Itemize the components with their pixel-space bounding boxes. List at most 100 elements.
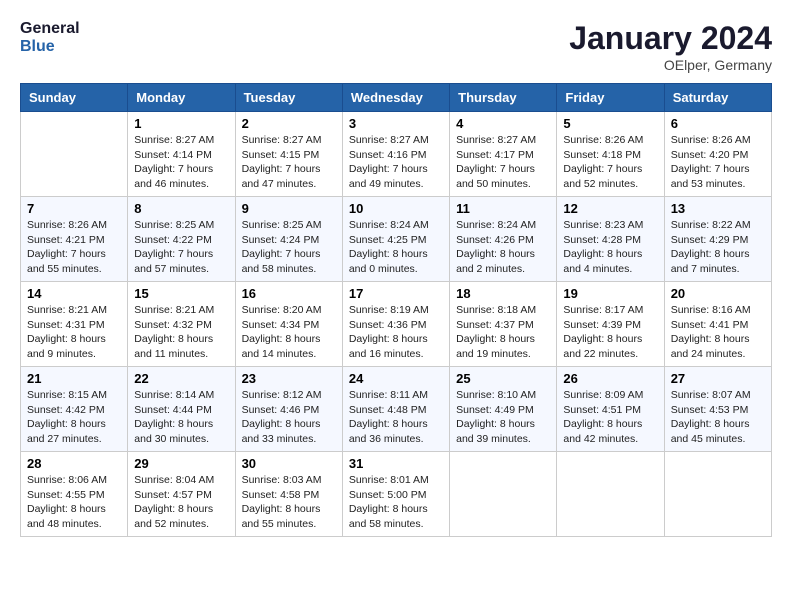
day-number: 30	[242, 456, 336, 471]
day-number: 18	[456, 286, 550, 301]
day-number: 9	[242, 201, 336, 216]
day-info: Sunrise: 8:01 AMSunset: 5:00 PMDaylight:…	[349, 473, 443, 532]
calendar-cell: 1 Sunrise: 8:27 AMSunset: 4:14 PMDaylight…	[128, 112, 235, 197]
col-friday: Friday	[557, 84, 664, 112]
day-info: Sunrise: 8:25 AMSunset: 4:24 PMDaylight:…	[242, 218, 336, 277]
day-info: Sunrise: 8:17 AMSunset: 4:39 PMDaylight:…	[563, 303, 657, 362]
calendar-table: Sunday Monday Tuesday Wednesday Thursday…	[20, 83, 772, 537]
calendar-cell	[557, 452, 664, 537]
calendar-cell: 7 Sunrise: 8:26 AMSunset: 4:21 PMDaylight…	[21, 197, 128, 282]
day-info: Sunrise: 8:27 AMSunset: 4:17 PMDaylight:…	[456, 133, 550, 192]
calendar-cell: 3Sunrise: 8:27 AMSunset: 4:16 PMDaylight…	[342, 112, 449, 197]
logo-line2: Blue	[20, 38, 80, 56]
calendar-cell: 21Sunrise: 8:15 AMSunset: 4:42 PMDayligh…	[21, 367, 128, 452]
day-info: Sunrise: 8:10 AMSunset: 4:49 PMDaylight:…	[456, 388, 550, 447]
day-number: 5	[563, 116, 657, 131]
calendar-cell: 12Sunrise: 8:23 AMSunset: 4:28 PMDayligh…	[557, 197, 664, 282]
day-number: 19	[563, 286, 657, 301]
day-number: 6	[671, 116, 765, 131]
day-info: Sunrise: 8:09 AMSunset: 4:51 PMDaylight:…	[563, 388, 657, 447]
day-number: 15	[134, 286, 228, 301]
day-info: Sunrise: 8:18 AMSunset: 4:37 PMDaylight:…	[456, 303, 550, 362]
day-number: 31	[349, 456, 443, 471]
calendar-row: 28Sunrise: 8:06 AMSunset: 4:55 PMDayligh…	[21, 452, 772, 537]
calendar-cell: 23 Sunrise: 8:12 AMSunset: 4:46 PMDayligh…	[235, 367, 342, 452]
day-info: Sunrise: 8:07 AMSunset: 4:53 PMDaylight:…	[671, 388, 765, 447]
calendar-cell: 2 Sunrise: 8:27 AMSunset: 4:15 PMDaylight…	[235, 112, 342, 197]
day-info: Sunrise: 8:12 AMSunset: 4:46 PMDaylight:…	[242, 388, 336, 447]
day-number: 24	[349, 371, 443, 386]
calendar-cell: 30Sunrise: 8:03 AMSunset: 4:58 PMDayligh…	[235, 452, 342, 537]
calendar-cell: 5 Sunrise: 8:26 AMSunset: 4:18 PMDaylight…	[557, 112, 664, 197]
month-title: January 2024	[569, 20, 772, 57]
day-number: 7	[27, 201, 121, 216]
day-info: Sunrise: 8:24 AMSunset: 4:25 PMDaylight:…	[349, 218, 443, 277]
day-number: 8	[134, 201, 228, 216]
day-info: Sunrise: 8:27 AMSunset: 4:14 PMDaylight:…	[134, 133, 228, 192]
col-monday: Monday	[128, 84, 235, 112]
day-info: Sunrise: 8:19 AMSunset: 4:36 PMDaylight:…	[349, 303, 443, 362]
day-info: Sunrise: 8:25 AMSunset: 4:22 PMDaylight:…	[134, 218, 228, 277]
calendar-cell: 4 Sunrise: 8:27 AMSunset: 4:17 PMDaylight…	[450, 112, 557, 197]
calendar-cell: 29 Sunrise: 8:04 AMSunset: 4:57 PMDayligh…	[128, 452, 235, 537]
calendar-cell: 13Sunrise: 8:22 AMSunset: 4:29 PMDayligh…	[664, 197, 771, 282]
calendar-cell: 15 Sunrise: 8:21 AMSunset: 4:32 PMDayligh…	[128, 282, 235, 367]
day-number: 12	[563, 201, 657, 216]
calendar-row: 7 Sunrise: 8:26 AMSunset: 4:21 PMDaylight…	[21, 197, 772, 282]
calendar-row: 14Sunrise: 8:21 AMSunset: 4:31 PMDayligh…	[21, 282, 772, 367]
calendar-cell: 10 Sunrise: 8:24 AMSunset: 4:25 PMDayligh…	[342, 197, 449, 282]
title-area: January 2024 OElper, Germany	[569, 20, 772, 73]
day-number: 11	[456, 201, 550, 216]
day-info: Sunrise: 8:26 AMSunset: 4:18 PMDaylight:…	[563, 133, 657, 192]
day-number: 16	[242, 286, 336, 301]
day-number: 1	[134, 116, 228, 131]
day-info: Sunrise: 8:26 AMSunset: 4:21 PMDaylight:…	[27, 218, 121, 277]
day-number: 27	[671, 371, 765, 386]
day-number: 4	[456, 116, 550, 131]
day-number: 2	[242, 116, 336, 131]
day-info: Sunrise: 8:11 AMSunset: 4:48 PMDaylight:…	[349, 388, 443, 447]
calendar-cell	[450, 452, 557, 537]
calendar-cell	[664, 452, 771, 537]
calendar-cell: 11Sunrise: 8:24 AMSunset: 4:26 PMDayligh…	[450, 197, 557, 282]
day-number: 26	[563, 371, 657, 386]
logo: General Blue General Blue	[20, 20, 80, 55]
day-info: Sunrise: 8:27 AMSunset: 4:15 PMDaylight:…	[242, 133, 336, 192]
calendar-cell: 24 Sunrise: 8:11 AMSunset: 4:48 PMDayligh…	[342, 367, 449, 452]
calendar-cell: 22 Sunrise: 8:14 AMSunset: 4:44 PMDayligh…	[128, 367, 235, 452]
day-info: Sunrise: 8:21 AMSunset: 4:31 PMDaylight:…	[27, 303, 121, 362]
day-number: 20	[671, 286, 765, 301]
calendar-cell: 19 Sunrise: 8:17 AMSunset: 4:39 PMDayligh…	[557, 282, 664, 367]
calendar-cell: 6 Sunrise: 8:26 AMSunset: 4:20 PMDaylight…	[664, 112, 771, 197]
day-number: 23	[242, 371, 336, 386]
day-info: Sunrise: 8:04 AMSunset: 4:57 PMDaylight:…	[134, 473, 228, 532]
day-info: Sunrise: 8:14 AMSunset: 4:44 PMDaylight:…	[134, 388, 228, 447]
day-info: Sunrise: 8:16 AMSunset: 4:41 PMDaylight:…	[671, 303, 765, 362]
col-wednesday: Wednesday	[342, 84, 449, 112]
location: OElper, Germany	[569, 57, 772, 73]
calendar-cell: 9 Sunrise: 8:25 AMSunset: 4:24 PMDaylight…	[235, 197, 342, 282]
day-number: 29	[134, 456, 228, 471]
day-info: Sunrise: 8:21 AMSunset: 4:32 PMDaylight:…	[134, 303, 228, 362]
calendar-cell: 27 Sunrise: 8:07 AMSunset: 4:53 PMDayligh…	[664, 367, 771, 452]
calendar-cell: 25 Sunrise: 8:10 AMSunset: 4:49 PMDayligh…	[450, 367, 557, 452]
day-number: 10	[349, 201, 443, 216]
day-info: Sunrise: 8:26 AMSunset: 4:20 PMDaylight:…	[671, 133, 765, 192]
day-info: Sunrise: 8:20 AMSunset: 4:34 PMDaylight:…	[242, 303, 336, 362]
day-info: Sunrise: 8:22 AMSunset: 4:29 PMDaylight:…	[671, 218, 765, 277]
col-saturday: Saturday	[664, 84, 771, 112]
day-info: Sunrise: 8:15 AMSunset: 4:42 PMDaylight:…	[27, 388, 121, 447]
calendar-cell: 17 Sunrise: 8:19 AMSunset: 4:36 PMDayligh…	[342, 282, 449, 367]
calendar-cell: 14Sunrise: 8:21 AMSunset: 4:31 PMDayligh…	[21, 282, 128, 367]
calendar-cell: 31 Sunrise: 8:01 AMSunset: 5:00 PMDayligh…	[342, 452, 449, 537]
calendar-cell: 28Sunrise: 8:06 AMSunset: 4:55 PMDayligh…	[21, 452, 128, 537]
day-number: 17	[349, 286, 443, 301]
calendar-cell: 16 Sunrise: 8:20 AMSunset: 4:34 PMDayligh…	[235, 282, 342, 367]
calendar-cell	[21, 112, 128, 197]
calendar-cell: 8 Sunrise: 8:25 AMSunset: 4:22 PMDaylight…	[128, 197, 235, 282]
calendar-cell: 18 Sunrise: 8:18 AMSunset: 4:37 PMDayligh…	[450, 282, 557, 367]
col-tuesday: Tuesday	[235, 84, 342, 112]
day-number: 28	[27, 456, 121, 471]
day-number: 22	[134, 371, 228, 386]
day-number: 25	[456, 371, 550, 386]
